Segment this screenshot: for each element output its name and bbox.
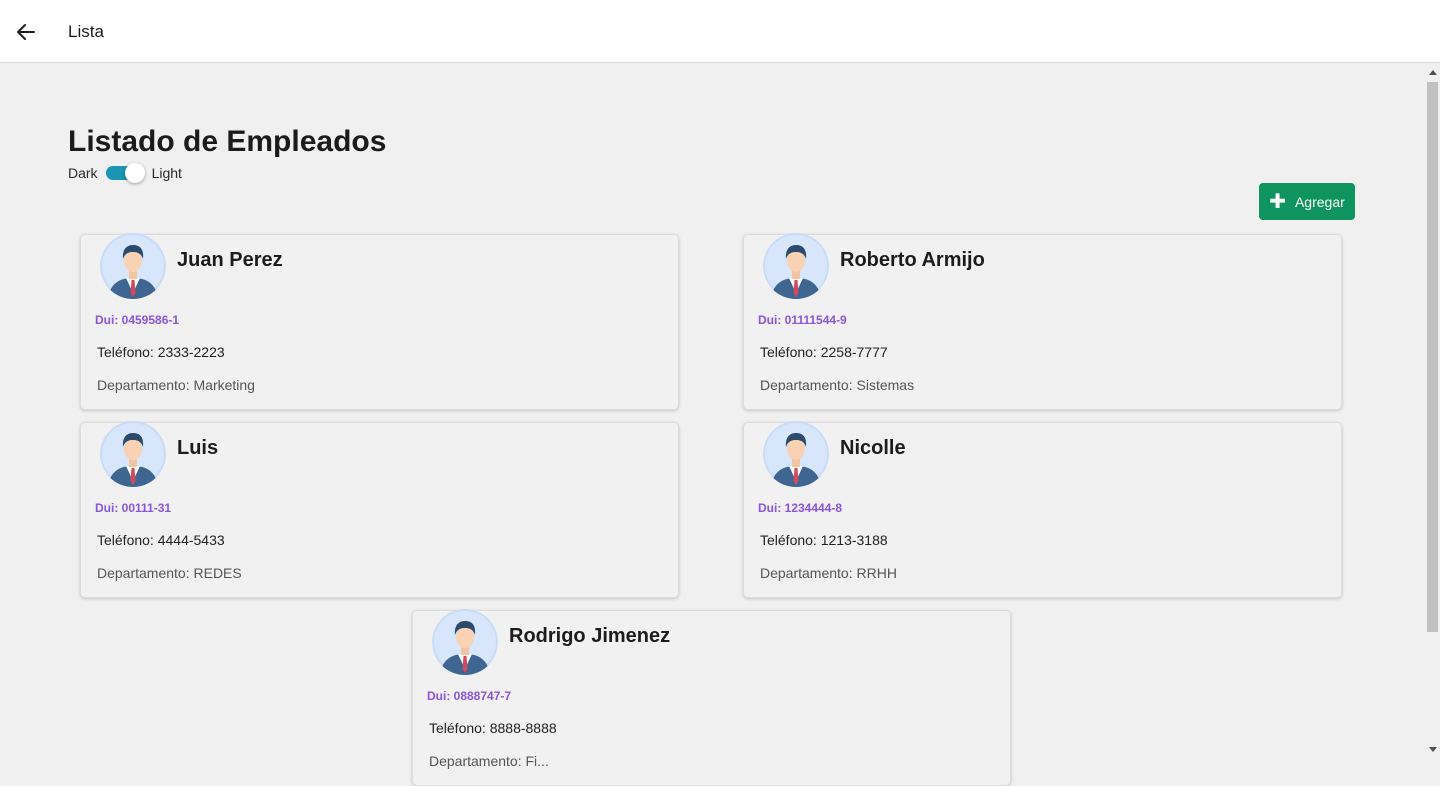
back-button[interactable] (12, 18, 40, 46)
add-employee-button[interactable]: ✚ Agregar (1259, 183, 1355, 220)
add-button-label: Agregar (1294, 193, 1345, 210)
topbar-title: Lista (68, 22, 104, 41)
employee-dui: Dui: 0459586-1 (95, 313, 180, 327)
employee-department: Departamento: REDES (97, 565, 242, 581)
employee-avatar-icon (100, 421, 166, 487)
theme-light-label: Light (151, 165, 182, 181)
arrow-left-icon (17, 24, 35, 40)
vertical-scrollbar[interactable] (1425, 64, 1440, 757)
employee-name: Roberto Armijo (840, 249, 985, 271)
employee-phone: Teléfono: 4444-5433 (97, 532, 225, 548)
scroll-down-icon[interactable] (1429, 747, 1437, 752)
employee-phone: Teléfono: 8888-8888 (429, 720, 557, 736)
employee-dui: Dui: 1234444-8 (758, 501, 843, 515)
employee-department: Departamento: RRHH (760, 565, 897, 581)
employee-avatar-icon (432, 609, 498, 675)
employee-name: Juan Perez (177, 249, 283, 271)
top-app-bar: Lista (0, 0, 1440, 63)
employee-card[interactable]: Luis Dui: 00111-31 Teléfono: 4444-5433 D… (80, 421, 679, 598)
employee-dui: Dui: 01111544-9 (758, 313, 847, 327)
scroll-up-icon[interactable] (1429, 70, 1437, 75)
theme-dark-label: Dark (68, 165, 98, 181)
employee-department: Departamento: Fi... (429, 753, 549, 769)
employee-avatar-icon (100, 233, 166, 299)
theme-toggle[interactable] (105, 162, 145, 184)
employee-card[interactable]: Rodrigo Jimenez Dui: 0888747-7 Teléfono:… (412, 609, 1011, 786)
employee-phone: Teléfono: 1213-3188 (760, 532, 888, 548)
employee-name: Rodrigo Jimenez (509, 625, 671, 647)
scroll-thumb[interactable] (1427, 82, 1438, 632)
employee-card[interactable]: Juan Perez Dui: 0459586-1 Teléfono: 2333… (80, 233, 679, 410)
employee-avatar-icon (763, 421, 829, 487)
employee-card[interactable]: Roberto Armijo Dui: 01111544-9 Teléfono:… (743, 233, 1342, 410)
employee-dui: Dui: 00111-31 (95, 501, 172, 515)
toggle-knob (124, 163, 145, 183)
employee-department: Departamento: Marketing (97, 377, 255, 393)
page-title: Listado de Empleados (68, 125, 387, 158)
employee-dui: Dui: 0888747-7 (427, 689, 512, 703)
plus-icon: ✚ (1269, 190, 1286, 213)
employee-name: Luis (177, 437, 219, 459)
employee-avatar-icon (763, 233, 829, 299)
employee-phone: Teléfono: 2258-7777 (760, 344, 888, 360)
employee-card[interactable]: Nicolle Dui: 1234444-8 Teléfono: 1213-31… (743, 421, 1342, 598)
employee-name: Nicolle (840, 437, 906, 459)
employee-phone: Teléfono: 2333-2223 (97, 344, 225, 360)
employee-department: Departamento: Sistemas (760, 377, 915, 393)
theme-switch-row: Dark Light (68, 162, 182, 184)
